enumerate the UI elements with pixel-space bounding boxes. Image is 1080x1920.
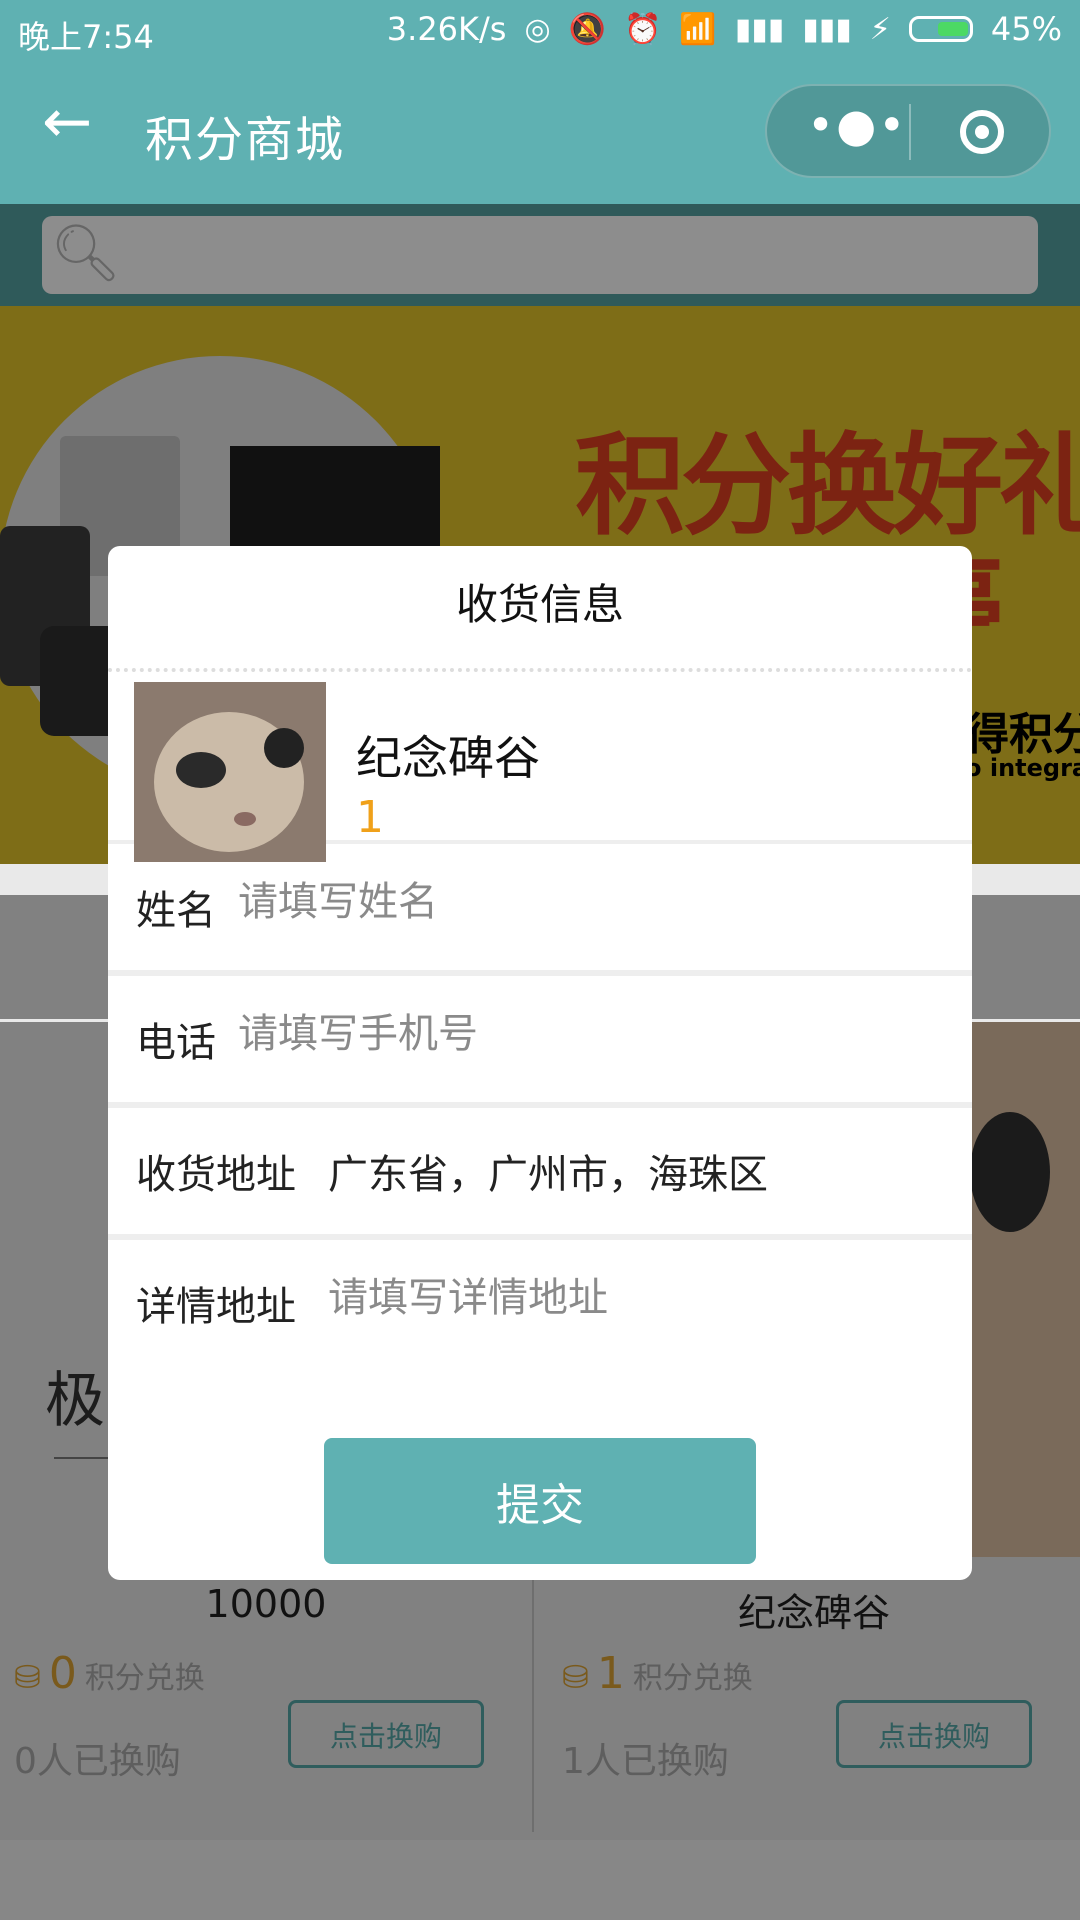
name-input[interactable] [238,874,938,930]
capsule-divider [909,104,911,160]
battery-percent: 45% [990,10,1062,48]
dialog-product-quantity: 1 [356,792,384,843]
target-icon[interactable] [960,110,1004,154]
signal-icon-2: ▮▮▮ [802,11,852,47]
arrow-left-icon[interactable]: ← [42,92,92,152]
detail-address-row: 详情地址 [108,1240,972,1372]
more-dots-icon[interactable]: •●• [807,102,907,148]
phone-input[interactable] [238,1006,938,1062]
dialog-product: 纪念碑谷 1 [108,672,972,862]
phone-label: 电话 [136,1020,216,1066]
status-icons: 3.26K/s ◎ 🔕 ⏰ 📶 ▮▮▮ ▮▮▮ ⚡ 45% [387,10,1062,48]
status-bar: 晚上7:54 3.26K/s ◎ 🔕 ⏰ 📶 ▮▮▮ ▮▮▮ ⚡ 45% [0,0,1080,62]
product-thumbnail [134,682,326,862]
detail-address-input[interactable] [328,1270,948,1326]
address-label: 收货地址 [136,1152,296,1198]
name-label: 姓名 [136,888,216,934]
address-row[interactable]: 收货地址 广东省，广州市，海珠区 [108,1108,972,1240]
signal-icon: ▮▮▮ [734,11,785,47]
alarm-icon: ⏰ [624,11,662,47]
charging-icon: ⚡ [869,11,891,47]
dialog-title: 收货信息 [108,546,972,672]
status-time: 晚上7:54 [18,18,154,56]
page-title: 积分商城 [145,112,346,168]
miniapp-capsule: •●• [765,84,1051,178]
dialog-product-name: 纪念碑谷 [356,731,540,785]
name-row: 姓名 [108,844,972,976]
mute-bell-icon: 🔕 [568,11,607,47]
wifi-icon: 📶 [679,11,717,47]
detail-address-label: 详情地址 [136,1284,296,1330]
title-bar: ← 积分商城 •●• [0,62,1080,204]
shipping-info-dialog: 收货信息 纪念碑谷 1 姓名 电话 收货地址 广东省，广州市，海珠区 详情地址 … [108,546,972,1580]
phone-row: 电话 [108,976,972,1108]
hotspot-icon: ◎ [524,11,551,47]
address-value[interactable]: 广东省，广州市，海珠区 [328,1142,768,1200]
submit-button[interactable]: 提交 [324,1438,756,1564]
battery-icon [908,16,973,42]
net-speed: 3.26K/s [386,10,507,48]
